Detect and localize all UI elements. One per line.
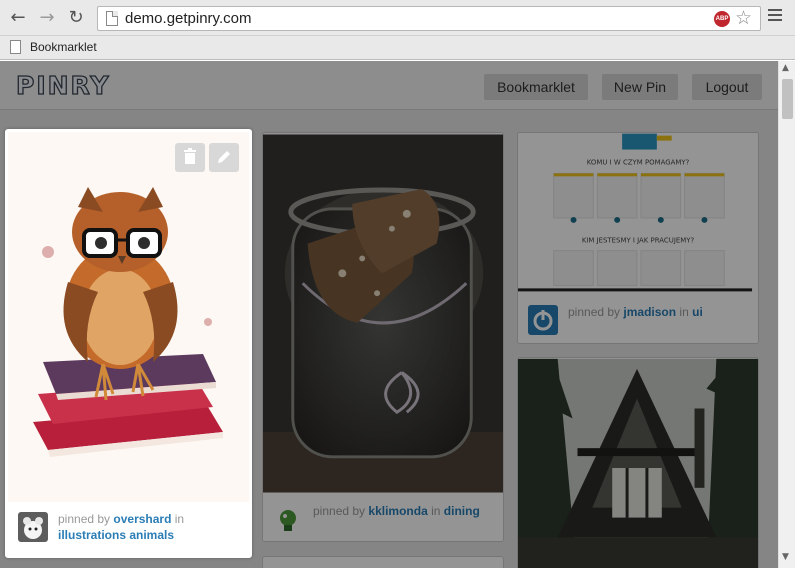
pin-meta: pinned by kklimonda in dining bbox=[313, 503, 480, 519]
pin-footer: pinned by jmadison in ui bbox=[518, 295, 758, 343]
scroll-down-icon[interactable]: ▼ bbox=[782, 552, 789, 562]
pin-meta: pinned by jmadison in ui bbox=[568, 304, 703, 320]
user-avatar-kklimonda[interactable] bbox=[273, 504, 303, 534]
tag-link[interactable]: dining bbox=[444, 504, 480, 518]
screenshot-heading-1: KOMU I W CZYM POMAGAMY? bbox=[587, 158, 690, 166]
screenshot-heading-2: KIM JESTESMY I JAK PRACUJEMY? bbox=[582, 237, 695, 245]
user-link[interactable]: jmadison bbox=[623, 305, 676, 319]
pinned-by-text: pinned by bbox=[58, 512, 111, 526]
vertical-scrollbar[interactable]: ▲ ▼ bbox=[778, 61, 795, 568]
forward-arrow-icon[interactable]: → bbox=[37, 8, 57, 28]
site-header: PINRY Bookmarklet New Pin Logout bbox=[0, 61, 778, 110]
in-text: in bbox=[431, 504, 441, 518]
user-link[interactable]: kklimonda bbox=[368, 504, 427, 518]
bookmark-page-icon bbox=[10, 40, 21, 54]
tag-link[interactable]: illustrations animals bbox=[58, 528, 174, 542]
pin-image-cabin[interactable] bbox=[518, 358, 758, 568]
page-content: PINRY Bookmarklet New Pin Logout pinned … bbox=[0, 61, 778, 568]
adblock-icon[interactable]: ABP bbox=[714, 11, 730, 27]
back-arrow-icon[interactable]: ← bbox=[8, 8, 28, 28]
pin-card-highlighted[interactable]: pinned by overshard in illustrations ani… bbox=[5, 129, 252, 558]
pinned-by-text: pinned by bbox=[313, 504, 366, 518]
pin-card[interactable] bbox=[517, 357, 759, 568]
browser-toolbar: ← → ↻ demo.getpinry.com ABP ☆ bbox=[0, 0, 795, 36]
pin-footer: pinned by overshard in illustrations ani… bbox=[8, 502, 249, 555]
url-text[interactable]: demo.getpinry.com bbox=[125, 10, 251, 27]
bookmarks-bar: Bookmarklet bbox=[0, 36, 795, 60]
logout-button[interactable]: Logout bbox=[692, 74, 762, 100]
edit-pin-button[interactable] bbox=[209, 143, 239, 172]
bookmark-item-bookmarklet[interactable]: Bookmarklet bbox=[30, 40, 97, 54]
pencil-icon bbox=[218, 151, 230, 163]
pin-card[interactable]: KOMU I W CZYM POMAGAMY? KIM JESTESMY I J… bbox=[517, 132, 759, 344]
pin-image-jar[interactable] bbox=[263, 133, 503, 494]
pin-image-owl[interactable] bbox=[8, 132, 249, 502]
trash-icon bbox=[184, 148, 196, 164]
pin-meta: pinned by overshard in illustrations ani… bbox=[58, 511, 184, 543]
user-avatar-overshard[interactable] bbox=[18, 512, 48, 542]
new-pin-button[interactable]: New Pin bbox=[602, 74, 678, 100]
reload-icon[interactable]: ↻ bbox=[66, 8, 86, 28]
bookmarklet-button[interactable]: Bookmarklet bbox=[484, 74, 588, 100]
page-icon bbox=[106, 11, 118, 26]
delete-pin-button[interactable] bbox=[175, 143, 205, 172]
tag-link[interactable]: ui bbox=[692, 305, 703, 319]
in-text: in bbox=[679, 305, 689, 319]
pin-image-screenshot[interactable]: KOMU I W CZYM POMAGAMY? KIM JESTESMY I J… bbox=[518, 133, 758, 295]
scroll-up-icon[interactable]: ▲ bbox=[782, 63, 789, 73]
user-avatar-jmadison[interactable] bbox=[528, 305, 558, 335]
user-link[interactable]: overshard bbox=[113, 512, 171, 526]
pin-footer: pinned by kklimonda in dining bbox=[263, 494, 503, 541]
menu-icon[interactable] bbox=[768, 9, 782, 21]
scrollbar-thumb[interactable] bbox=[782, 79, 793, 119]
address-bar[interactable]: demo.getpinry.com ABP ☆ bbox=[97, 6, 761, 31]
in-text: in bbox=[174, 512, 185, 526]
pin-card[interactable] bbox=[262, 556, 504, 568]
pin-card[interactable]: pinned by kklimonda in dining bbox=[262, 132, 504, 542]
pinry-logo[interactable]: PINRY bbox=[15, 70, 111, 100]
pinned-by-text: pinned by bbox=[568, 305, 621, 319]
bookmark-star-icon[interactable]: ☆ bbox=[735, 7, 752, 29]
